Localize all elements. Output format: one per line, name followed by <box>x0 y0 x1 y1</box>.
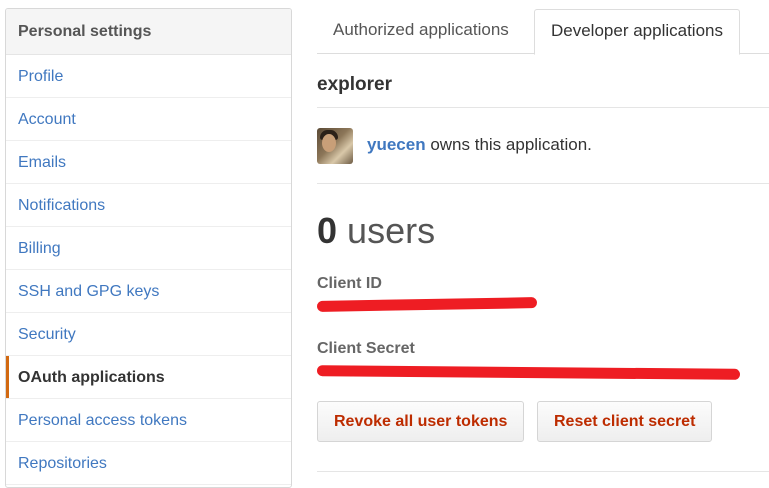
sidebar-item-notifications[interactable]: Notifications <box>6 184 291 227</box>
avatar-face <box>322 134 336 152</box>
client-secret-value-redacted <box>316 365 741 380</box>
application-tabs: Authorized applications Developer applic… <box>317 0 769 55</box>
sidebar-header: Personal settings <box>6 9 291 55</box>
users-count-number: 0 <box>317 210 338 251</box>
sidebar-item-repositories[interactable]: Repositories <box>6 442 291 485</box>
revoke-all-user-tokens-button[interactable]: Revoke all user tokens <box>317 401 525 442</box>
divider <box>317 107 769 108</box>
sidebar-item-personal-access-tokens[interactable]: Personal access tokens <box>6 399 291 442</box>
application-name: explorer <box>317 74 392 95</box>
sidebar-item-ssh-gpg-keys[interactable]: SSH and GPG keys <box>6 270 291 313</box>
owner-text: yuecen owns this application. <box>367 135 592 155</box>
sidebar-item-account[interactable]: Account <box>6 98 291 141</box>
users-count-unit: users <box>347 210 436 251</box>
redaction-mark <box>316 365 741 380</box>
settings-sidebar: Personal settings Profile Account Emails… <box>5 8 292 488</box>
divider <box>317 183 769 184</box>
users-count: 0 users <box>317 210 435 252</box>
tab-authorized-applications[interactable]: Authorized applications <box>317 9 525 54</box>
sidebar-item-emails[interactable]: Emails <box>6 141 291 184</box>
tab-developer-applications[interactable]: Developer applications <box>534 9 740 55</box>
owner-suffix: owns this application. <box>425 135 592 154</box>
avatar[interactable] <box>317 128 353 164</box>
reset-client-secret-button[interactable]: Reset client secret <box>537 401 713 442</box>
sidebar-item-profile[interactable]: Profile <box>6 55 291 98</box>
sidebar-item-billing[interactable]: Billing <box>6 227 291 270</box>
client-id-value-redacted <box>316 297 538 312</box>
client-secret-label: Client Secret <box>317 340 415 357</box>
divider <box>317 471 769 472</box>
sidebar-item-oauth-applications[interactable]: OAuth applications <box>6 356 291 399</box>
owner-username-link[interactable]: yuecen <box>367 135 426 154</box>
redaction-mark <box>316 297 538 312</box>
sidebar-item-security[interactable]: Security <box>6 313 291 356</box>
client-id-label: Client ID <box>317 275 382 292</box>
